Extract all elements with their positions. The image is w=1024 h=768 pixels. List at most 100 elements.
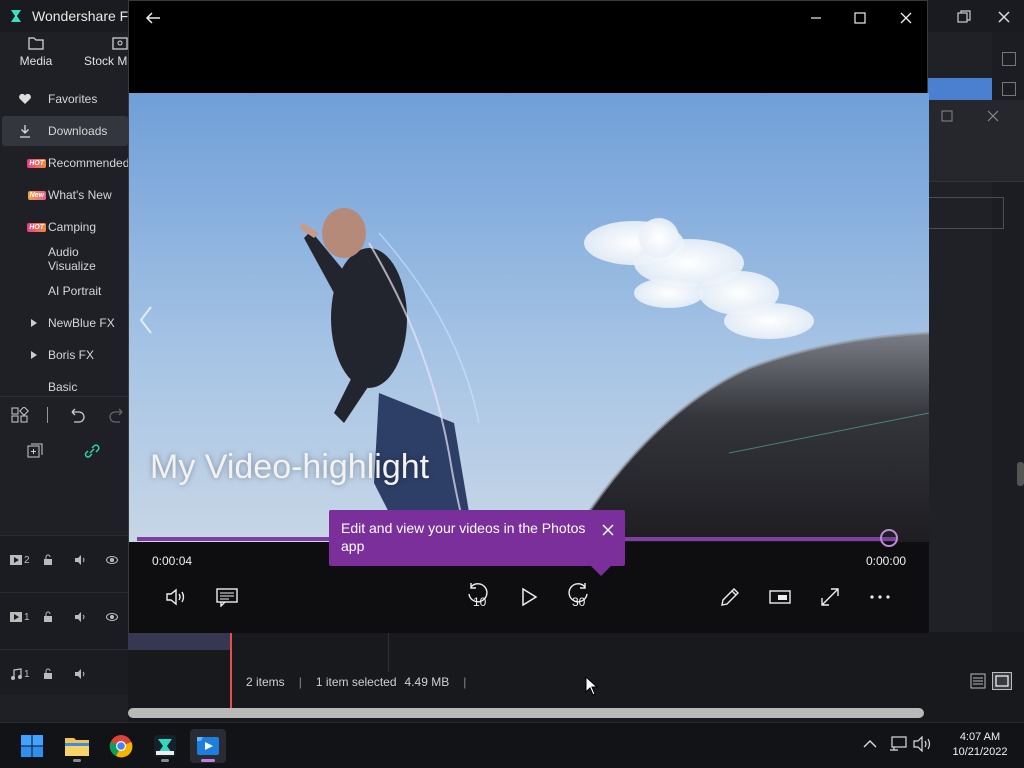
panel-button[interactable] <box>1002 52 1016 66</box>
timeline-toolbar <box>0 396 128 470</box>
status-bar: 2 items | 1 item selected 4.49 MB | <box>232 670 1024 694</box>
eye-icon[interactable] <box>106 554 118 566</box>
video-frame[interactable]: My Video-highlight <box>129 93 929 542</box>
skip-forward-label: 30 <box>572 595 586 609</box>
volume-button[interactable] <box>162 582 192 612</box>
tooltip-text: Edit and view your videos in the Photos … <box>341 520 586 554</box>
sidebar-item-label: Basic <box>48 380 78 394</box>
clock-date: 10/21/2022 <box>952 746 1008 758</box>
sidebar-item-recommended[interactable]: HOT Recommended <box>2 148 128 178</box>
skip-back-button[interactable]: 10 <box>463 582 493 612</box>
layout-grid-icon[interactable] <box>11 407 29 423</box>
maximize-icon[interactable] <box>853 11 867 25</box>
divider <box>47 407 48 423</box>
tooltip-pointer <box>591 566 611 576</box>
sidebar-item-label: Boris FX <box>48 348 95 362</box>
previous-arrow-icon[interactable] <box>137 305 157 335</box>
volume-icon[interactable] <box>913 736 933 752</box>
network-icon[interactable] <box>889 736 907 752</box>
sidebar-item-downloads[interactable]: Downloads <box>2 116 128 146</box>
link-icon[interactable] <box>83 443 101 459</box>
speaker-icon[interactable] <box>74 668 86 680</box>
sidebar-item-basic[interactable]: Basic <box>2 372 128 394</box>
lock-icon[interactable] <box>42 611 54 623</box>
play-button[interactable] <box>514 582 544 612</box>
redo-icon[interactable] <box>108 407 126 423</box>
edit-button[interactable] <box>715 582 745 612</box>
eye-icon[interactable] <box>106 611 118 623</box>
hot-badge: HOT <box>27 158 46 168</box>
sidebar-item-label: Audio Visualize <box>48 245 96 273</box>
mini-view-button[interactable] <box>765 582 795 612</box>
divider: | <box>298 675 302 689</box>
tab-media[interactable]: Media <box>16 36 56 68</box>
video-track-icon <box>10 612 22 622</box>
close-icon[interactable] <box>997 10 1011 24</box>
undo-icon[interactable] <box>68 407 86 423</box>
maximize-icon[interactable] <box>941 110 953 122</box>
sidebar-item-boris-fx[interactable]: Boris FX <box>2 340 128 370</box>
panel-button[interactable] <box>1002 82 1016 96</box>
back-arrow-icon[interactable] <box>145 10 161 26</box>
tab-stock-media[interactable]: Stock M <box>84 36 134 68</box>
sidebar-item-label: What's New <box>48 188 112 202</box>
filmora-toolbar: Media Stock M <box>0 32 128 80</box>
horizontal-scrollbar[interactable] <box>128 708 924 718</box>
progress-thumb[interactable] <box>880 529 899 547</box>
speaker-icon[interactable] <box>74 611 86 623</box>
lock-icon[interactable] <box>42 554 54 566</box>
speaker-icon[interactable] <box>74 554 86 566</box>
play-icon <box>522 587 538 607</box>
close-icon[interactable] <box>987 110 999 122</box>
taskbar-clock[interactable]: 4:07 AM 10/21/2022 <box>944 730 1016 760</box>
selected-strip <box>928 78 992 100</box>
close-icon[interactable] <box>601 523 615 537</box>
thumbnail-view-icon[interactable] <box>992 672 1012 690</box>
taskbar: 4:07 AM 10/21/2022 <box>0 722 1024 768</box>
lock-icon[interactable] <box>42 668 54 680</box>
minimize-icon[interactable] <box>809 11 823 25</box>
add-track-icon[interactable] <box>27 443 43 459</box>
start-icon <box>21 735 43 757</box>
skip-forward-button[interactable]: 30 <box>563 582 593 612</box>
details-view-icon[interactable] <box>970 673 986 689</box>
sidebar-item-audio-visualizer[interactable]: Audio Visualize <box>2 244 128 274</box>
sidebar-item-label: AI Portrait <box>48 284 102 298</box>
mini-view-icon <box>769 590 791 604</box>
close-icon[interactable] <box>899 11 913 25</box>
heart-icon <box>19 93 31 104</box>
total-time: 0:00:00 <box>866 554 907 568</box>
photos-titlebar <box>129 1 929 35</box>
taskbar-chrome[interactable] <box>103 729 139 763</box>
background-dialog <box>928 100 1024 182</box>
fullscreen-button[interactable] <box>815 582 845 612</box>
fullscreen-icon <box>821 588 839 606</box>
pencil-icon <box>721 588 739 606</box>
track-headers: 2 1 1 <box>0 535 128 695</box>
sidebar-item-label: Recommended <box>48 156 128 170</box>
sidebar-item-favorites[interactable]: Favorites <box>2 84 128 114</box>
more-icon <box>870 595 890 599</box>
background-input[interactable] <box>928 197 1004 229</box>
timeline-clip[interactable] <box>128 632 230 650</box>
taskbar-photos[interactable] <box>190 729 226 763</box>
sidebar-item-label: Favorites <box>48 92 98 106</box>
expand-arrow-icon <box>31 319 37 327</box>
sidebar-item-camping[interactable]: HOT Camping <box>2 212 128 242</box>
taskbar-file-explorer[interactable] <box>59 729 95 763</box>
sidebar-item-ai-portrait[interactable]: AI Portrait <box>2 276 128 306</box>
filmora-logo-icon <box>11 10 21 22</box>
speaker-icon <box>166 588 185 606</box>
subtitles-button[interactable] <box>212 582 242 612</box>
sidebar-item-newblue-fx[interactable]: NewBlue FX <box>2 308 128 338</box>
selection-size: 4.49 MB <box>404 675 450 689</box>
taskbar-filmora[interactable] <box>147 729 183 763</box>
more-options-button[interactable] <box>865 582 895 612</box>
start-button[interactable] <box>14 729 50 763</box>
skip-back-label: 10 <box>473 595 487 609</box>
restore-icon[interactable] <box>957 10 971 24</box>
vertical-scrollbar[interactable] <box>1017 462 1024 486</box>
chrome-icon <box>109 735 133 758</box>
sidebar-item-whats-new[interactable]: New What's New <box>2 180 128 210</box>
chevron-up-icon[interactable] <box>863 739 877 749</box>
